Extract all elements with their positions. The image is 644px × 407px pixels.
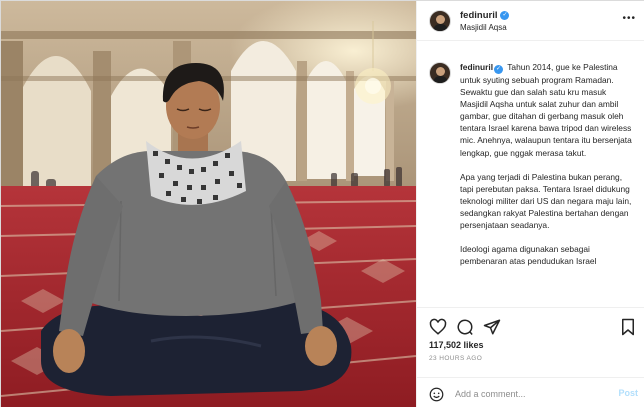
emoji-icon[interactable] xyxy=(429,387,444,402)
verified-icon: ✓ xyxy=(500,11,510,20)
avatar[interactable] xyxy=(429,62,451,84)
caption-paragraph: fedinuril ✓ Tahun 2014, gue ke Palestina … xyxy=(460,61,636,159)
bookmark-icon[interactable] xyxy=(619,318,637,336)
action-icons xyxy=(429,318,637,336)
more-icon[interactable]: ••• xyxy=(622,14,636,24)
post-photo[interactable] xyxy=(1,1,416,407)
post-comment-button[interactable]: Post xyxy=(618,388,638,398)
instagram-post: fedinuril ✓ Masjidil Aqsa ••• fedinuril ✓… xyxy=(0,0,644,407)
likes-count[interactable]: 117,502 likes xyxy=(429,340,484,350)
location-link[interactable]: Masjidil Aqsa xyxy=(460,23,507,32)
caption-paragraph-2: Apa yang terjadi di Palestina bukan pera… xyxy=(460,171,632,231)
comment-icon[interactable] xyxy=(456,318,474,336)
caption-username-text[interactable]: fedinuril xyxy=(460,62,493,72)
post-actions: 117,502 likes 23 HOURS AGO Post xyxy=(417,307,644,407)
caption-paragraph-1: Tahun 2014, gue ke Palestina untuk syuti… xyxy=(460,62,632,158)
verified-icon: ✓ xyxy=(494,65,504,74)
header-username[interactable]: fedinuril xyxy=(460,10,497,21)
post-side-panel: fedinuril ✓ Masjidil Aqsa ••• fedinuril ✓… xyxy=(416,1,644,407)
mosque-interior-photo xyxy=(1,1,416,407)
heart-icon[interactable] xyxy=(429,318,447,336)
comment-input[interactable] xyxy=(455,386,595,402)
caption-area: fedinuril ✓ Tahun 2014, gue ke Palestina … xyxy=(417,42,644,307)
avatar[interactable] xyxy=(429,10,451,32)
post-timestamp[interactable]: 23 HOURS AGO xyxy=(429,355,482,362)
caption-paragraph-3: Ideologi agama digunakan sebagai pembena… xyxy=(460,244,597,267)
header-username-link[interactable]: fedinuril ✓ xyxy=(460,10,510,21)
comment-box: Post xyxy=(417,377,644,407)
post-header: fedinuril ✓ Masjidil Aqsa ••• xyxy=(417,1,644,41)
caption-text: fedinuril ✓ Tahun 2014, gue ke Palestina … xyxy=(460,61,636,279)
caption-username[interactable]: fedinuril ✓ xyxy=(460,62,505,74)
share-icon[interactable] xyxy=(483,318,501,336)
